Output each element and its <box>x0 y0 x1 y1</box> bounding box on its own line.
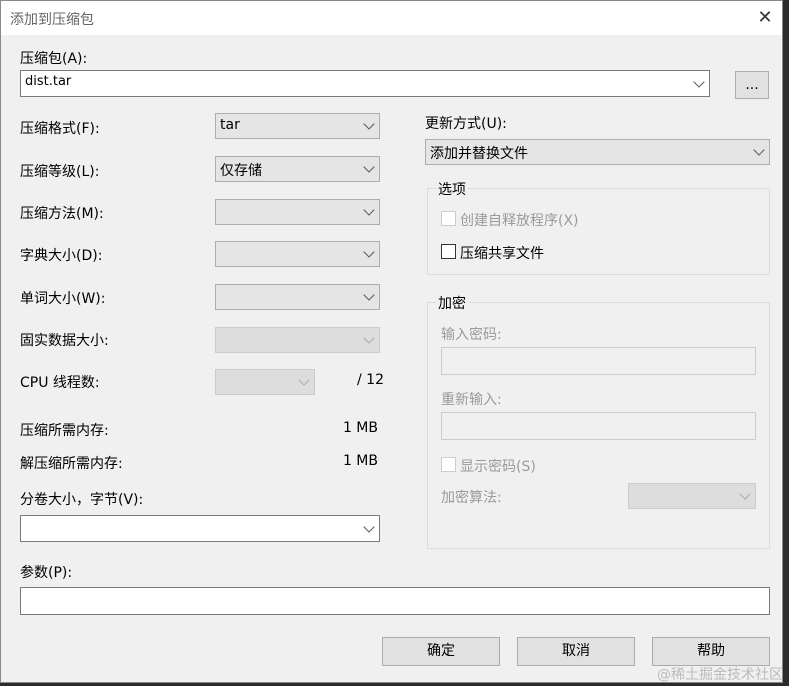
volume-label: 分卷大小，字节(V): <box>20 492 144 508</box>
params-label: 参数(P): <box>20 565 73 581</box>
archive-path-input[interactable]: dist.tar <box>20 70 710 97</box>
browse-button[interactable]: ... <box>735 71 769 99</box>
cpu-label: CPU 线程数: <box>20 375 100 391</box>
ok-button[interactable]: 确定 <box>382 637 500 666</box>
chevron-down-icon <box>363 332 375 344</box>
close-icon[interactable]: ✕ <box>753 6 777 30</box>
chevron-down-icon <box>363 161 375 173</box>
shared-files-label: 压缩共享文件 <box>460 246 544 262</box>
window-title: 添加到压缩包 <box>10 12 94 28</box>
sfx-checkbox[interactable] <box>441 211 456 226</box>
password-label: 输入密码: <box>441 327 502 343</box>
chevron-down-icon <box>298 374 310 386</box>
level-select[interactable]: 仅存储 <box>215 156 380 182</box>
chevron-down-icon <box>739 488 751 500</box>
word-select[interactable] <box>215 284 380 310</box>
level-label: 压缩等级(L): <box>20 164 100 180</box>
format-label: 压缩格式(F): <box>20 121 100 137</box>
chevron-down-icon[interactable] <box>693 75 705 88</box>
mem-decompress-label: 解压缩所需内存: <box>20 456 123 472</box>
params-input[interactable] <box>20 587 770 615</box>
volume-select[interactable] <box>20 515 380 542</box>
format-select[interactable]: tar <box>215 113 380 139</box>
update-label: 更新方式(U): <box>425 116 507 132</box>
solid-label: 固实数据大小: <box>20 333 109 349</box>
options-group: 选项 创建自释放程序(X) 压缩共享文件 <box>427 179 770 275</box>
mem-compress-label: 压缩所需内存: <box>20 423 109 439</box>
word-label: 单词大小(W): <box>20 291 106 307</box>
mem-decompress-value: 1 MB <box>342 453 378 469</box>
solid-select[interactable] <box>215 327 380 353</box>
chevron-down-icon <box>363 204 375 216</box>
cpu-max: / 12 <box>357 372 384 388</box>
mem-compress-value: 1 MB <box>342 420 378 436</box>
archive-path-value: dist.tar <box>25 74 72 89</box>
format-value: tar <box>220 117 240 133</box>
archive-label: 压缩包(A): <box>20 51 88 67</box>
help-button[interactable]: 帮助 <box>652 637 770 666</box>
show-password-checkbox[interactable] <box>441 457 456 472</box>
encryption-group: 加密 输入密码: 重新输入: 显示密码(S) 加密算法: <box>427 293 770 549</box>
dict-select[interactable] <box>215 241 380 267</box>
show-password-label: 显示密码(S) <box>460 459 536 475</box>
chevron-down-icon <box>363 118 375 130</box>
encryption-method-label: 加密算法: <box>441 490 502 506</box>
chevron-down-icon <box>363 246 375 258</box>
update-mode-select[interactable]: 添加并替换文件 <box>425 139 770 165</box>
options-title: 选项 <box>436 179 468 199</box>
method-select[interactable] <box>215 199 380 225</box>
encryption-title: 加密 <box>436 293 468 313</box>
chevron-down-icon <box>363 520 375 533</box>
cancel-button[interactable]: 取消 <box>517 637 635 666</box>
chevron-down-icon <box>753 144 765 156</box>
sfx-label: 创建自释放程序(X) <box>460 213 579 229</box>
method-label: 压缩方法(M): <box>20 206 104 222</box>
add-to-archive-dialog: 添加到压缩包 ✕ 压缩包(A): dist.tar ... 压缩格式(F): t… <box>0 0 783 683</box>
password-input[interactable] <box>441 347 756 375</box>
level-value: 仅存储 <box>220 163 262 179</box>
title-bar: 添加到压缩包 ✕ <box>1 1 782 35</box>
chevron-down-icon <box>363 289 375 301</box>
watermark: @稀土掘金技术社区 <box>657 667 783 683</box>
encryption-method-select[interactable] <box>628 483 756 509</box>
update-mode-value: 添加并替换文件 <box>430 146 528 162</box>
reenter-label: 重新输入: <box>441 392 502 408</box>
cpu-select[interactable] <box>215 369 315 395</box>
dict-label: 字典大小(D): <box>20 248 103 264</box>
shared-files-checkbox[interactable] <box>441 244 456 259</box>
reenter-password-input[interactable] <box>441 412 756 440</box>
